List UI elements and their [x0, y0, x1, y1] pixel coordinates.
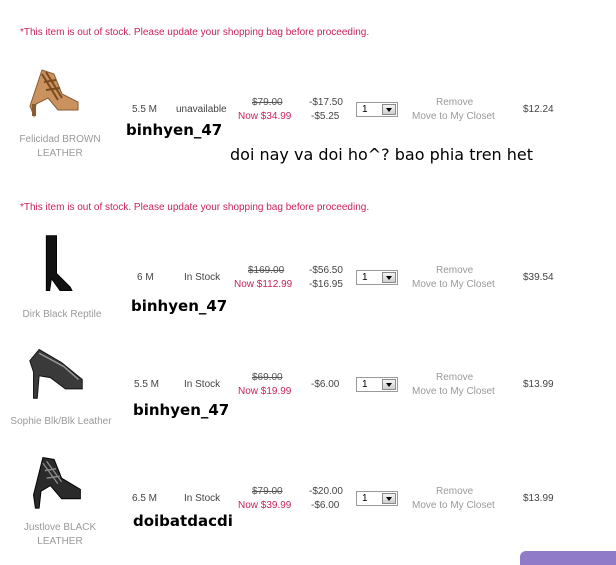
boot-black-image [45, 235, 73, 291]
line-total: $39.54 [523, 272, 554, 283]
line-total: $13.99 [523, 493, 554, 504]
quantity-value: 1 [362, 493, 368, 504]
sale-price: Now $19.99 [238, 386, 292, 397]
stock-status: In Stock [184, 272, 221, 283]
cart-row: Justlove BLACK LEATHER 6.5 M In Stock $7… [0, 448, 616, 556]
discount-2: -$6.00 [311, 500, 340, 511]
product-name[interactable]: Justlove BLACK LEATHER [8, 521, 112, 549]
original-price: $69.00 [252, 372, 283, 383]
sale-price: Now $39.99 [238, 500, 292, 511]
discount-1: -$17.50 [309, 97, 343, 108]
move-to-closet-link[interactable]: Move to My Closet [412, 111, 495, 122]
remove-link[interactable]: Remove [436, 97, 473, 108]
size-value: 5.5 M [132, 104, 158, 115]
stock-status: In Stock [184, 493, 221, 504]
discount-1: -$56.50 [309, 265, 343, 276]
original-price: $169.00 [248, 265, 285, 276]
discount-2: -$5.25 [311, 111, 340, 122]
pump-black-image [29, 348, 83, 399]
size-value: 6 M [137, 272, 154, 283]
quantity-select[interactable]: 1 [356, 102, 398, 117]
move-to-closet-link[interactable]: Move to My Closet [412, 386, 495, 397]
chevron-down-icon[interactable] [382, 104, 396, 115]
product-name[interactable]: Felicidad BROWN LEATHER [8, 133, 112, 161]
size-value: 5.5 M [134, 379, 160, 390]
discount-1: -$6.00 [311, 379, 340, 390]
out-of-stock-warning: *This item is out of stock. Please updat… [20, 202, 370, 213]
cart-row: Sophie Blk/Blk Leather 5.5 M In Stock $6… [0, 340, 616, 440]
out-of-stock-warning: *This item is out of stock. Please updat… [20, 27, 370, 38]
product-name[interactable]: Dirk Black Reptile [10, 308, 114, 322]
chevron-down-icon[interactable] [382, 379, 396, 390]
discount-2: -$16.95 [309, 279, 343, 290]
quantity-value: 1 [362, 272, 368, 283]
cart-row: Dirk Black Reptile 6 M In Stock $169.00 … [0, 232, 616, 332]
quantity-value: 1 [362, 379, 368, 390]
handwritten-username: binhyen_47 [131, 297, 228, 315]
size-value: 6.5 M [132, 493, 158, 504]
chevron-down-icon[interactable] [382, 272, 396, 283]
remove-link[interactable]: Remove [436, 372, 473, 383]
original-price: $79.00 [252, 97, 283, 108]
quantity-value: 1 [362, 104, 368, 115]
quantity-select[interactable]: 1 [356, 270, 398, 285]
chevron-down-icon[interactable] [382, 493, 396, 504]
handwritten-username: binhyen_47 [133, 401, 230, 419]
line-total: $13.99 [523, 379, 554, 390]
handwritten-username: binhyen_47 [126, 121, 223, 139]
remove-link[interactable]: Remove [436, 486, 473, 497]
sale-price: Now $112.99 [234, 279, 293, 290]
sandal-black-image [33, 456, 81, 509]
quantity-select[interactable]: 1 [356, 491, 398, 506]
line-total: $12.24 [523, 104, 554, 115]
stock-status: In Stock [184, 379, 221, 390]
stock-status: unavailable [176, 104, 227, 115]
sandal-brown-image [29, 69, 79, 118]
annotation-note: doi nay va doi ho^? bao phia tren het [230, 145, 534, 164]
product-name[interactable]: Sophie Blk/Blk Leather [6, 415, 116, 429]
move-to-closet-link[interactable]: Move to My Closet [412, 279, 495, 290]
discount-1: -$20.00 [309, 486, 343, 497]
corner-panel [520, 551, 616, 565]
quantity-select[interactable]: 1 [356, 377, 398, 392]
remove-link[interactable]: Remove [436, 265, 473, 276]
move-to-closet-link[interactable]: Move to My Closet [412, 500, 495, 511]
original-price: $79.00 [252, 486, 283, 497]
handwritten-username: doibatdacdi [133, 512, 233, 530]
sale-price: Now $34.99 [238, 111, 292, 122]
